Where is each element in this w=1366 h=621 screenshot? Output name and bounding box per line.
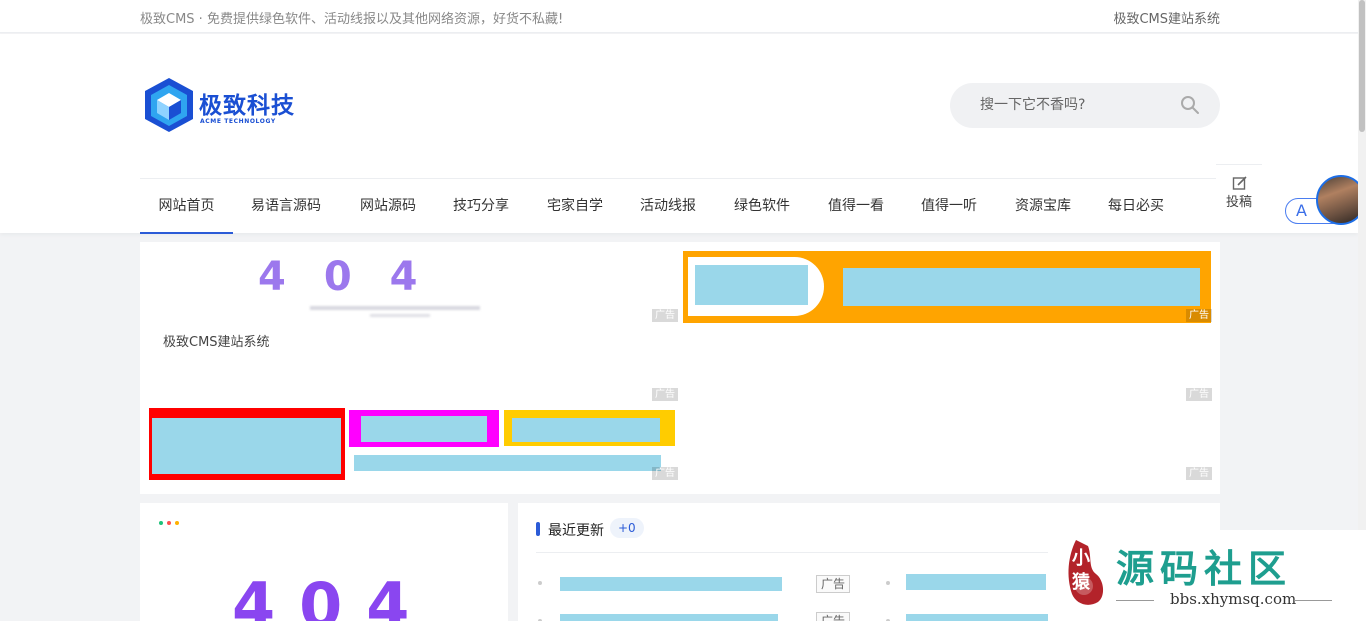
redacted-block <box>906 574 1046 590</box>
submit-post-button[interactable]: 投稿 <box>1216 164 1262 220</box>
broken-image-alt: 极致CMS建站系统 <box>163 335 270 350</box>
update-count-badge: +0 <box>610 518 644 538</box>
redacted-block <box>560 577 782 591</box>
edit-icon <box>1232 176 1247 190</box>
nav-item-web-source[interactable]: 网站源码 <box>346 179 430 234</box>
redacted-block <box>354 455 661 471</box>
blurred-subtitle <box>310 306 480 310</box>
redacted-block <box>695 265 808 305</box>
divider <box>1116 600 1154 601</box>
list-item[interactable]: 广告 <box>538 575 868 593</box>
site-logo[interactable]: 极致科技 ACME TECHNOLOGY <box>143 76 303 136</box>
ad-orange-banner[interactable] <box>683 251 1211 323</box>
nav-item-e-lang-source[interactable]: 易语言源码 <box>238 179 334 234</box>
ad-label: 广告 <box>816 575 851 593</box>
nav-item-worth-listening[interactable]: 值得一听 <box>907 179 991 234</box>
site-link[interactable]: 极致CMS建站系统 <box>1113 8 1220 27</box>
redacted-block <box>361 416 487 442</box>
logo-name-en: ACME TECHNOLOGY <box>200 118 276 125</box>
ad-404-text: 404 <box>258 254 456 300</box>
ad-label: 广告 <box>816 612 851 621</box>
watermark-url: bbs.xhymsq.com <box>1170 590 1297 608</box>
ad-404-banner[interactable]: 404 <box>150 250 676 322</box>
redacted-block <box>906 614 1056 621</box>
ad-red-box[interactable] <box>149 408 345 480</box>
nav-item-home[interactable]: 网站首页 <box>140 179 233 234</box>
ad-tag: 广告 <box>652 388 678 401</box>
main-nav: 网站首页 易语言源码 网站源码 技巧分享 宅家自学 活动线报 绿色软件 值得一看… <box>140 178 1216 234</box>
nav-item-daily-buy[interactable]: 每日必买 <box>1094 179 1178 234</box>
ad-tag: 广告 <box>1186 388 1212 401</box>
ad-yellow-box[interactable] <box>504 410 675 446</box>
top-bar: 极致CMS · 免费提供绿色软件、活动线报以及其他网络资源，好货不私藏! 极致C… <box>0 0 1358 33</box>
section-marker <box>536 522 540 536</box>
nav-item-deals[interactable]: 活动线报 <box>626 179 710 234</box>
header: 极致科技 ACME TECHNOLOGY 网站首页 易语言源码 网站源码 技巧分… <box>0 34 1358 234</box>
blurred-subtitle-2 <box>370 314 430 317</box>
search-box <box>950 83 1220 128</box>
cube-logo-icon <box>145 78 193 132</box>
redacted-block <box>560 614 778 621</box>
ad-tag: 广告 <box>1186 467 1212 480</box>
watermark-brand: 源码社区 <box>1116 547 1293 591</box>
watermark: 小猿 源码社区 bbs.xhymsq.com <box>1048 530 1366 621</box>
dots-icon <box>159 521 183 525</box>
redacted-block <box>512 418 660 442</box>
nav-item-worth-watching[interactable]: 值得一看 <box>814 179 898 234</box>
list-item[interactable]: 广告 <box>538 612 868 621</box>
redacted-block <box>843 268 1200 306</box>
ad-tag: 广告 <box>652 467 678 480</box>
logo-name-cn: 极致科技 <box>199 93 295 119</box>
site-tagline: 极致CMS · 免费提供绿色软件、活动线报以及其他网络资源，好货不私藏! <box>140 12 564 27</box>
submit-label: 投稿 <box>1225 195 1252 210</box>
search-icon[interactable] <box>1180 95 1200 115</box>
search-input[interactable] <box>980 94 1170 116</box>
watermark-seal-text: 小猿 <box>1069 548 1090 596</box>
ad-section: 404 广告 广告 极致CMS建站系统 广告 广告 广告 广告 <box>140 242 1220 494</box>
ad-tag: 广告 <box>1186 309 1212 322</box>
nav-item-resources[interactable]: 资源宝库 <box>1001 179 1085 234</box>
nav-item-software[interactable]: 绿色软件 <box>720 179 804 234</box>
redacted-block <box>152 418 341 474</box>
ad-magenta-box[interactable] <box>349 410 499 447</box>
nav-item-self-study[interactable]: 宅家自学 <box>533 179 617 234</box>
recent-updates-title: 最近更新 <box>548 523 604 539</box>
divider <box>1294 600 1332 601</box>
sidebar-card: 404 <box>140 503 508 621</box>
nav-item-tips[interactable]: 技巧分享 <box>439 179 523 234</box>
ad-tag: 广告 <box>652 309 678 322</box>
scrollbar-thumb[interactable] <box>1359 0 1365 132</box>
error-404-graphic: 404 <box>232 569 434 621</box>
scrollbar[interactable] <box>1358 0 1366 621</box>
